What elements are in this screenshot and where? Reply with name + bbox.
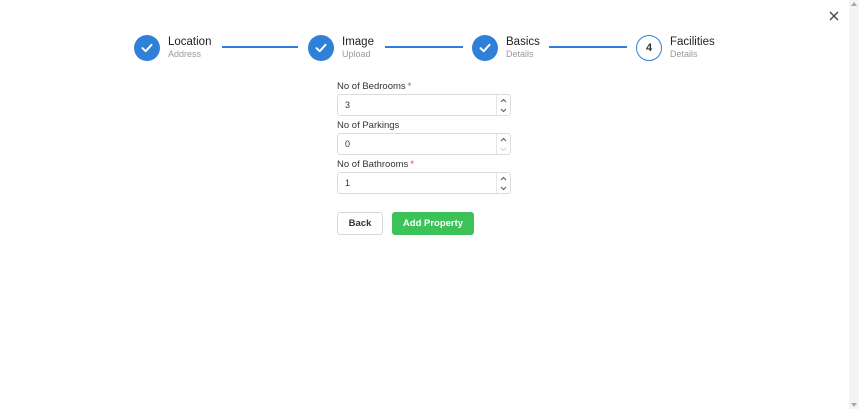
chevron-up-icon	[500, 98, 507, 102]
step-image[interactable]: Image Upload	[308, 33, 374, 63]
step-title: Basics	[506, 35, 540, 48]
decrement-button[interactable]	[497, 144, 510, 154]
parkings-input[interactable]: 0	[337, 133, 511, 155]
bedrooms-stepper	[496, 95, 510, 115]
bedrooms-label: No of Bedrooms *	[337, 81, 412, 92]
parkings-value: 0	[345, 139, 351, 149]
chevron-down-icon	[500, 108, 507, 112]
step-complete-indicator	[472, 35, 498, 61]
parkings-label: No of Parkings	[337, 120, 400, 131]
step-basics[interactable]: Basics Details	[472, 33, 540, 63]
decrement-button[interactable]	[497, 183, 510, 193]
form-actions: Back Add Property	[337, 212, 474, 235]
check-icon	[141, 43, 153, 53]
step-title: Image	[342, 35, 374, 48]
add-property-button[interactable]: Add Property	[392, 212, 474, 235]
step-complete-indicator	[134, 35, 160, 61]
bedrooms-value: 3	[345, 100, 351, 110]
scrollbar[interactable]	[849, 0, 859, 409]
step-connector	[549, 46, 627, 48]
step-title: Location	[168, 35, 212, 48]
parkings-stepper	[496, 134, 510, 154]
bathrooms-value: 1	[345, 178, 351, 188]
required-mark: *	[410, 159, 414, 170]
decrement-button[interactable]	[497, 105, 510, 115]
chevron-up-icon	[500, 176, 507, 180]
chevron-up-icon	[500, 137, 507, 141]
step-connector	[222, 46, 298, 48]
increment-button[interactable]	[497, 173, 510, 183]
bedrooms-input[interactable]: 3	[337, 94, 511, 116]
chevron-down-icon	[500, 186, 507, 190]
scroll-down-arrow-icon[interactable]	[851, 403, 857, 407]
check-icon	[479, 43, 491, 53]
step-location[interactable]: Location Address	[134, 33, 211, 63]
chevron-down-icon	[500, 147, 507, 151]
bathrooms-label: No of Bathrooms *	[337, 159, 414, 170]
step-facilities[interactable]: 4 Facilities Details	[636, 33, 715, 63]
increment-button[interactable]	[497, 95, 510, 105]
step-number-indicator: 4	[636, 35, 662, 61]
step-subtitle: Details	[506, 49, 534, 60]
step-subtitle: Upload	[342, 49, 371, 60]
step-title: Facilities	[670, 35, 715, 48]
step-subtitle: Address	[168, 49, 202, 60]
close-button[interactable]	[826, 8, 842, 24]
back-button[interactable]: Back	[337, 212, 383, 235]
close-icon	[826, 8, 842, 24]
bathrooms-stepper	[496, 173, 510, 193]
step-subtitle: Details	[670, 49, 698, 60]
progress-stepper: Location Address Image Upload Basics Det…	[134, 33, 734, 63]
increment-button[interactable]	[497, 134, 510, 144]
step-complete-indicator	[308, 35, 334, 61]
bathrooms-input[interactable]: 1	[337, 172, 511, 194]
check-icon	[315, 43, 327, 53]
step-connector	[385, 46, 463, 48]
required-mark: *	[407, 81, 412, 92]
scroll-up-arrow-icon[interactable]	[851, 2, 857, 6]
facilities-form: No of Bedrooms * 3 No of Parkings 0 No of…	[337, 80, 511, 197]
